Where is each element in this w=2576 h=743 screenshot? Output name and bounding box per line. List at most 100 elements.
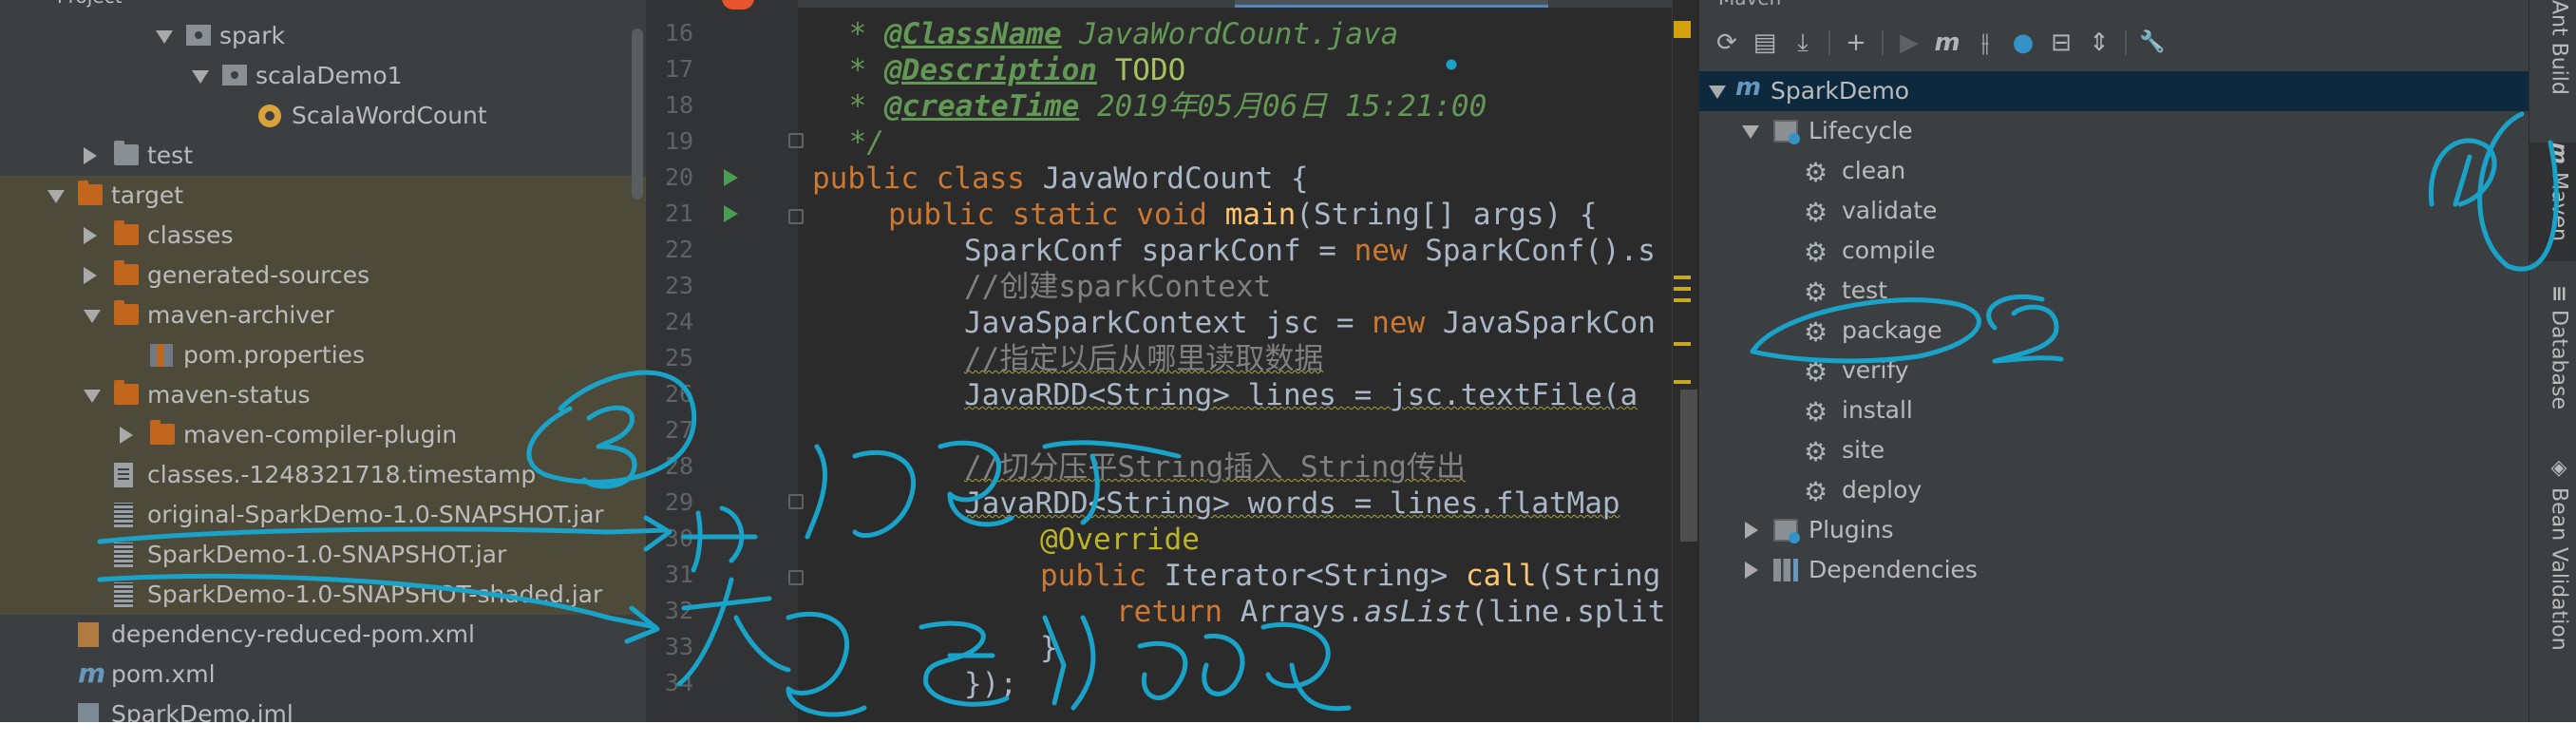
tree-item-maven-compiler-plugin[interactable]: maven-compiler-plugin <box>0 415 646 455</box>
tab-javawordcount[interactable] <box>1235 0 1548 8</box>
maven-toolbar: ⟳ ▤ ⤓ + ▶ m ⫲ ● ⊟ ⇕ 🔧 <box>1699 21 2529 65</box>
tree-item-label: dependency-reduced-pom.xml <box>111 620 475 648</box>
chevron-right-icon[interactable] <box>1745 522 1758 539</box>
skip-tests-icon[interactable]: ● <box>2007 27 2039 59</box>
run-icon[interactable]: ▶ <box>1893 27 1925 59</box>
maven-lifecycle-node[interactable]: Lifecycle <box>1699 111 2529 151</box>
lifecycle-goal-test[interactable]: ⚙ test <box>1699 271 2529 311</box>
tree-item-scalawordcount[interactable]: ScalaWordCount <box>0 96 646 136</box>
tool-tab-database[interactable]: ≡ Database <box>2529 285 2576 428</box>
fold-marker-icon[interactable] <box>788 570 804 585</box>
line-number: 26 <box>664 380 693 408</box>
lifecycle-goal-label: compile <box>1842 237 1936 264</box>
code-line-28: //切分压平String插入 String传出 <box>964 450 1466 485</box>
tree-item-target[interactable]: target <box>0 176 646 216</box>
lifecycle-goal-site[interactable]: ⚙ site <box>1699 430 2529 470</box>
maven-project-icon: m <box>1735 73 1762 102</box>
editor-scroll-thumb[interactable] <box>1680 390 1697 542</box>
tree-item-original-sparkdemo-1-0-snapshot-jar[interactable]: original-SparkDemo-1.0-SNAPSHOT.jar <box>0 495 646 535</box>
inspection-status-icon[interactable] <box>1674 21 1691 38</box>
tree-item-maven-status[interactable]: maven-status <box>0 375 646 415</box>
chevron-down-icon[interactable] <box>84 390 101 403</box>
code-line-24: JavaSparkContext jsc = new JavaSparkCon <box>964 306 1656 340</box>
editor-tab-bar <box>646 0 1698 8</box>
tree-item-test[interactable]: test <box>0 136 646 176</box>
run-class-icon[interactable] <box>724 169 738 186</box>
warning-marker[interactable] <box>1674 298 1691 302</box>
line-number: 25 <box>664 344 693 372</box>
lifecycle-goal-package[interactable]: ⚙ package <box>1699 311 2529 351</box>
lifecycle-goal-deploy[interactable]: ⚙ deploy <box>1699 470 2529 510</box>
warning-marker[interactable] <box>1674 342 1691 346</box>
bean-icon: ◈ <box>2547 456 2571 480</box>
download-icon[interactable]: ⤓ <box>1787 27 1819 59</box>
chevron-down-icon[interactable] <box>47 190 65 203</box>
gear-icon: ⚙ <box>1804 316 1828 348</box>
chevron-right-icon[interactable] <box>120 427 133 444</box>
settings-wrench-icon[interactable]: 🔧 <box>2136 27 2169 59</box>
tree-item-generated-sources[interactable]: generated-sources <box>0 256 646 295</box>
tree-item-scalademo1[interactable]: scalaDemo1 <box>0 56 646 96</box>
line-number: 30 <box>664 524 693 552</box>
reimport-icon[interactable]: ▤ <box>1749 27 1781 59</box>
collapse-all-icon[interactable]: ⇕ <box>2083 27 2115 59</box>
fold-marker-icon[interactable] <box>788 209 804 224</box>
fold-marker-icon[interactable] <box>788 494 804 509</box>
line-number: 32 <box>664 597 693 624</box>
tree-item-pom-properties[interactable]: pom.properties <box>0 335 646 375</box>
warning-marker[interactable] <box>1674 276 1691 279</box>
warning-marker[interactable] <box>1674 380 1691 384</box>
tree-item-dependency-reduced-pom-xml[interactable]: dependency-reduced-pom.xml <box>0 615 646 655</box>
refresh-icon[interactable]: ⟳ <box>1711 27 1743 59</box>
tree-item-label: spark <box>219 22 285 49</box>
ide-window: Project spark scalaDemo1 ScalaWordCount tes… <box>0 0 2576 722</box>
tree-item-label: SparkDemo-1.0-SNAPSHOT-shaded.jar <box>147 581 603 608</box>
tool-tab-bean-validation[interactable]: ◈ Bean Validation <box>2529 456 2576 665</box>
code-editor[interactable]: 16 17 18 19 20 21 22 23 24 25 26 27 28 29 30 31 32 33 34 *… <box>646 0 1698 722</box>
show-dependencies-icon[interactable]: ⊟ <box>2045 27 2077 59</box>
toggle-offline-icon[interactable]: ⫲ <box>1969 27 2001 59</box>
gear-icon: ⚙ <box>1804 356 1828 388</box>
chevron-down-icon[interactable] <box>84 310 101 323</box>
code-line-29: JavaRDD<String> words = lines.flatMap <box>964 486 1620 521</box>
fold-marker-icon[interactable] <box>788 133 804 148</box>
tree-item-sparkdemo-1-0-snapshot-shaded-jar[interactable]: SparkDemo-1.0-SNAPSHOT-shaded.jar <box>0 575 646 615</box>
code-line-22: SparkConf sparkConf = new SparkConf().s <box>964 234 1656 268</box>
lifecycle-goal-validate[interactable]: ⚙ validate <box>1699 191 2529 231</box>
tree-item-spark[interactable]: spark <box>0 16 646 56</box>
chevron-down-icon[interactable] <box>1742 125 1759 139</box>
chevron-down-icon[interactable] <box>156 30 173 44</box>
maven-project-sparkdemo[interactable]: m SparkDemo <box>1699 71 2529 111</box>
project-panel-title: Project <box>57 0 122 8</box>
tree-item-sparkdemo-1-0-snapshot-jar[interactable]: SparkDemo-1.0-SNAPSHOT.jar <box>0 535 646 575</box>
run-main-icon[interactable] <box>724 205 738 222</box>
folder-orange-icon <box>114 220 139 245</box>
editor-error-stripe[interactable] <box>1672 0 1698 722</box>
warning-marker[interactable] <box>1674 287 1691 291</box>
maven-dependencies-node[interactable]: Dependencies <box>1699 550 2529 590</box>
plus-icon[interactable]: + <box>1840 27 1872 59</box>
project-scrollbar[interactable] <box>632 29 643 200</box>
tree-item-classes[interactable]: classes <box>0 216 646 256</box>
chevron-down-icon[interactable] <box>1709 86 1726 99</box>
chevron-right-icon[interactable] <box>84 227 97 244</box>
toolbar-separator <box>1882 30 1884 55</box>
tree-item-sparkdemo-iml[interactable]: SparkDemo.iml <box>0 695 646 722</box>
chevron-right-icon[interactable] <box>84 147 97 164</box>
execute-goal-icon[interactable]: m <box>1931 27 1963 59</box>
folder-orange-icon <box>114 260 139 285</box>
tree-item-maven-archiver[interactable]: maven-archiver <box>0 295 646 335</box>
tree-item-pom-xml[interactable]: m pom.xml <box>0 655 646 695</box>
tree-item-label: pom.properties <box>183 341 366 369</box>
maven-plugins-node[interactable]: Plugins <box>1699 510 2529 550</box>
lifecycle-goal-verify[interactable]: ⚙ verify <box>1699 351 2529 391</box>
chevron-right-icon[interactable] <box>84 267 97 284</box>
chevron-right-icon[interactable] <box>1745 562 1758 579</box>
lifecycle-goal-compile[interactable]: ⚙ compile <box>1699 231 2529 271</box>
chevron-down-icon[interactable] <box>192 70 209 84</box>
tree-item-classes-1248321718-timestamp[interactable]: classes.-1248321718.timestamp <box>0 455 646 495</box>
lifecycle-goal-clean[interactable]: ⚙ clean <box>1699 151 2529 191</box>
tool-tab-ant-build[interactable]: Ant Build <box>2529 0 2576 133</box>
tool-tab-maven[interactable]: m Maven <box>2529 143 2576 261</box>
lifecycle-goal-install[interactable]: ⚙ install <box>1699 391 2529 430</box>
